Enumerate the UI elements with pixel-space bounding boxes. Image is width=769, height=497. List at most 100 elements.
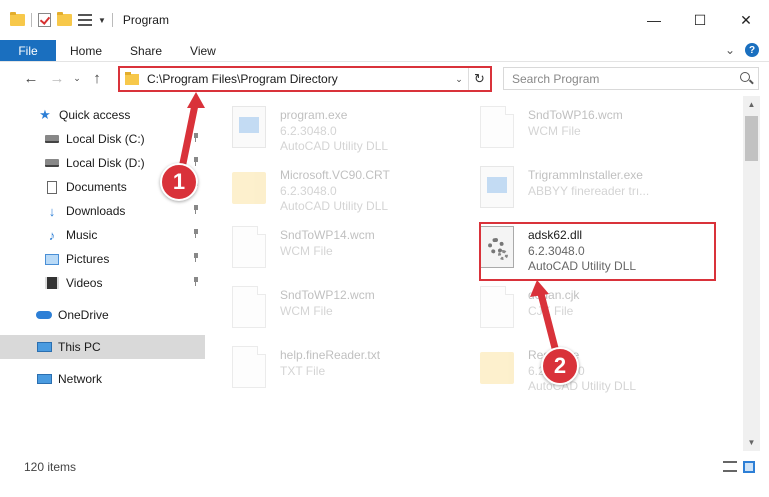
pin-icon[interactable]	[192, 157, 200, 167]
file-name: program.exe	[280, 108, 348, 122]
list-item[interactable]: help.fineReader.txt TXT File	[210, 340, 450, 396]
list-item[interactable]: TrigrammInstaller.exe ABBYY finereader t…	[458, 160, 698, 216]
expand-ribbon-chevron-icon[interactable]: ⌄	[725, 43, 735, 57]
documents-icon	[47, 180, 57, 194]
scroll-down-icon[interactable]: ▼	[743, 434, 760, 451]
search-placeholder: Search Program	[512, 71, 600, 86]
forward-arrow-icon[interactable]: →	[44, 70, 70, 87]
new-folder-icon[interactable]	[57, 12, 72, 26]
large-icons-view-icon[interactable]	[743, 461, 755, 473]
file-icon	[232, 226, 266, 268]
title-bar: ▼ Program — ☐ ✕	[0, 0, 769, 40]
file-name: deuan.cjk	[528, 288, 580, 302]
sidebar-item-label: Downloads	[66, 204, 126, 218]
navigation-pane: ★ Quick access Local Disk (C:) Local Dis…	[0, 96, 205, 451]
file-name: help.fineReader.txt	[280, 348, 381, 362]
address-path[interactable]: C:\Program Files\Program Directory	[147, 72, 450, 86]
sidebar-item-label: Network	[58, 372, 103, 386]
pin-icon[interactable]	[192, 253, 200, 263]
minimize-button[interactable]: —	[631, 0, 677, 40]
folder-icon	[480, 352, 514, 384]
pin-icon[interactable]	[192, 133, 200, 143]
file-description: ABBYY finereader trı...	[528, 184, 650, 198]
sidebar-item-label: Videos	[66, 276, 103, 290]
tab-file[interactable]: File	[0, 40, 56, 61]
cloud-icon	[36, 311, 52, 319]
list-item[interactable]: SndToWP12.wcm WCM File	[210, 280, 450, 336]
file-name: SndToWP16.wcm	[528, 108, 623, 122]
help-icon[interactable]: ?	[745, 43, 759, 57]
address-row: ← → ⌄ ↑ C:\Program Files\Program Directo…	[0, 62, 769, 94]
pictures-icon	[45, 253, 59, 265]
music-icon: ♪	[48, 227, 56, 243]
sidebar-item-this-pc[interactable]: This PC	[0, 335, 205, 359]
sidebar-item-label: Local Disk (C:)	[66, 132, 145, 146]
customize-toolbar-chevron-icon[interactable]: ▼	[98, 16, 106, 25]
file-icon	[480, 106, 514, 148]
list-item[interactable]: SndToWP16.wcm WCM File	[458, 100, 698, 156]
sidebar-item-pictures[interactable]: Pictures	[0, 247, 205, 271]
quick-access-toolbar: ▼	[10, 12, 113, 27]
list-item[interactable]: Microsoft.VC90.CRT 6.2.3048.0 AutoCAD Ut…	[210, 160, 450, 216]
tab-share[interactable]: Share	[116, 40, 176, 61]
sidebar-item-label: OneDrive	[58, 308, 109, 322]
view-properties-icon[interactable]	[78, 14, 92, 26]
scroll-up-icon[interactable]: ▲	[743, 96, 760, 113]
sidebar-item-label: Music	[66, 228, 98, 242]
tab-home[interactable]: Home	[56, 40, 116, 61]
sidebar-item-downloads[interactable]: ↓ Downloads	[0, 199, 205, 223]
recent-locations-chevron-icon[interactable]: ⌄	[70, 73, 84, 84]
downloads-icon: ↓	[48, 203, 56, 219]
vertical-scrollbar[interactable]: ▲ ▼	[743, 96, 760, 451]
sidebar-item-music[interactable]: ♪ Music	[0, 223, 205, 247]
file-description: AutoCAD Utility DLL	[280, 139, 389, 153]
up-arrow-icon[interactable]: ↑	[84, 70, 110, 87]
application-icon	[232, 106, 266, 148]
application-icon	[480, 166, 514, 208]
folder-icon	[10, 12, 25, 26]
file-name: SndToWP14.wcm	[280, 228, 375, 242]
network-icon	[36, 374, 52, 384]
search-input[interactable]: Search Program	[503, 67, 759, 90]
sidebar-item-onedrive[interactable]: OneDrive	[0, 303, 205, 327]
back-arrow-icon[interactable]: ←	[18, 70, 44, 87]
disk-icon	[45, 135, 59, 143]
sidebar-item-network[interactable]: Network	[0, 367, 205, 391]
file-description: AutoCAD Utility DLL	[280, 199, 389, 213]
sidebar-item-local-disk-c[interactable]: Local Disk (C:)	[0, 127, 205, 151]
list-item[interactable]: SndToWP14.wcm WCM File	[210, 220, 450, 276]
list-item[interactable]: program.exe 6.2.3048.0 AutoCAD Utility D…	[210, 100, 450, 156]
callout-badge-one: 1	[160, 163, 198, 201]
close-button[interactable]: ✕	[723, 0, 769, 40]
folder-icon	[232, 172, 266, 204]
sidebar-item-quick-access[interactable]: ★ Quick access	[0, 103, 205, 127]
pin-icon[interactable]	[192, 205, 200, 215]
file-name: TrigrammInstaller.exe	[528, 168, 643, 182]
computer-icon	[36, 342, 52, 352]
file-type: WCM File	[528, 124, 581, 138]
maximize-button[interactable]: ☐	[677, 0, 723, 40]
text-file-icon	[232, 346, 266, 388]
sidebar-item-videos[interactable]: Videos	[0, 271, 205, 295]
details-view-icon[interactable]	[723, 461, 737, 472]
sidebar-item-label: Local Disk (D:)	[66, 156, 145, 170]
callout-badge-two: 2	[541, 347, 579, 385]
file-type: CJK File	[528, 304, 574, 318]
address-bar[interactable]: C:\Program Files\Program Directory ⌄ ↻	[118, 66, 492, 92]
scroll-thumb[interactable]	[745, 116, 758, 161]
tab-view[interactable]: View	[176, 40, 230, 61]
sidebar-item-label: This PC	[58, 340, 101, 354]
properties-check-icon[interactable]	[38, 13, 51, 27]
file-type: TXT File	[280, 364, 326, 378]
pin-icon[interactable]	[192, 277, 200, 287]
list-item[interactable]: deuan.cjk CJK File	[458, 280, 698, 336]
sidebar-item-label: Pictures	[66, 252, 110, 266]
status-bar: 120 items	[0, 455, 769, 479]
sidebar-item-label: Quick access	[59, 108, 131, 122]
address-dropdown-chevron-icon[interactable]: ⌄	[450, 74, 468, 85]
highlight-box	[479, 222, 716, 281]
file-type: WCM File	[280, 244, 333, 258]
refresh-icon[interactable]: ↻	[468, 68, 490, 90]
file-version: 6.2.3048.0	[280, 184, 337, 198]
pin-icon[interactable]	[192, 229, 200, 239]
